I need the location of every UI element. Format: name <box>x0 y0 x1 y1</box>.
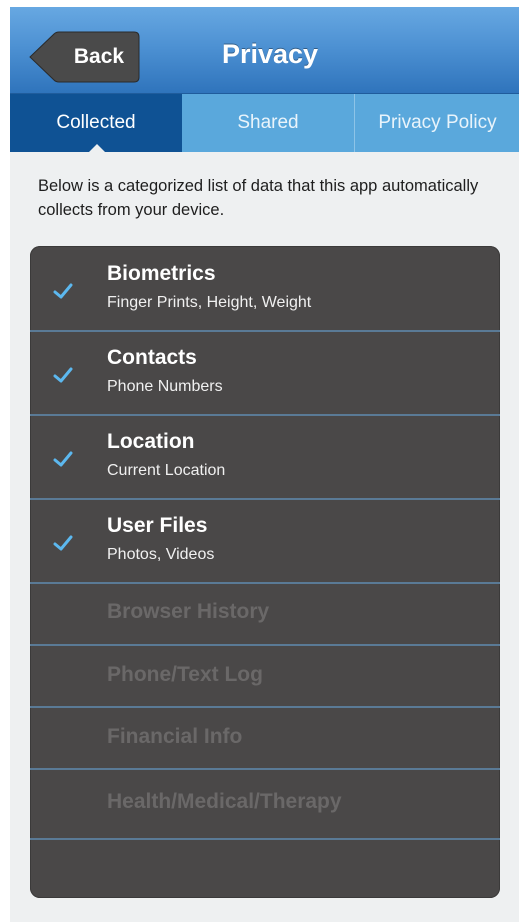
list-item-title: Phone/Text Log <box>107 663 263 686</box>
check-icon <box>53 535 73 551</box>
back-button[interactable]: Back <box>26 31 140 83</box>
tab-shared-label: Shared <box>237 112 299 133</box>
list-item-title: Browser History <box>107 600 270 623</box>
list-item-title: Location <box>107 430 195 453</box>
list-item-subtitle: Phone Numbers <box>107 378 223 395</box>
list-item-title: Financial Info <box>107 725 243 748</box>
list-item-health-medical-therapy[interactable]: Health/Medical/Therapy <box>30 770 500 840</box>
list-item-financial-info[interactable]: Financial Info <box>30 708 500 770</box>
tab-privacy-policy[interactable]: Privacy Policy <box>354 94 519 152</box>
intro-text: Below is a categorized list of data that… <box>38 177 479 219</box>
tab-collected[interactable]: Collected <box>10 94 182 153</box>
list-item-browser-history[interactable]: Browser History <box>30 584 500 646</box>
list-item-title: User Files <box>107 514 208 537</box>
page-title: Privacy <box>221 39 319 69</box>
content-area: Below is a categorized list of data that… <box>10 152 519 922</box>
data-category-list: Biometrics Finger Prints, Height, Weight… <box>30 246 500 898</box>
tab-shared[interactable]: Shared <box>182 94 354 152</box>
check-icon <box>53 451 73 467</box>
list-item-title: Health/Medical/Therapy <box>107 790 342 813</box>
list-item-location[interactable]: Location Current Location <box>30 416 500 500</box>
list-item-user-files[interactable]: User Files Photos, Videos <box>30 500 500 584</box>
list-item-subtitle: Photos, Videos <box>107 546 215 563</box>
list-item-phone-text-log[interactable]: Phone/Text Log <box>30 646 500 708</box>
tab-privacy-policy-label: Privacy Policy <box>378 112 497 133</box>
list-item-biometrics[interactable]: Biometrics Finger Prints, Height, Weight <box>30 246 500 332</box>
check-icon <box>53 367 73 383</box>
list-item-title: Contacts <box>107 346 197 369</box>
list-item-subtitle: Finger Prints, Height, Weight <box>107 294 312 311</box>
privacy-screen: Back Privacy Collected Shared Privacy Po… <box>0 0 519 922</box>
list-item-contacts[interactable]: Contacts Phone Numbers <box>30 332 500 416</box>
navigation-bar: Back Privacy <box>10 7 519 94</box>
tab-bar: Collected Shared Privacy Policy <box>10 94 519 153</box>
list-item-subtitle: Current Location <box>107 462 226 479</box>
check-icon <box>53 283 73 299</box>
back-button-label: Back <box>73 45 125 68</box>
list-item-title: Biometrics <box>107 262 216 285</box>
tab-collected-label: Collected <box>56 112 136 133</box>
